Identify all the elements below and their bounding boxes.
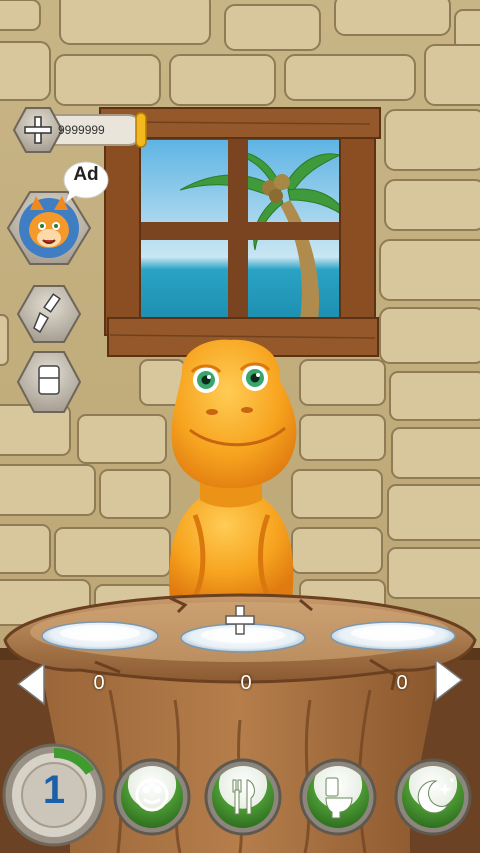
level-number: 1 bbox=[42, 768, 66, 812]
fridge-icon bbox=[38, 365, 60, 395]
toilet-button[interactable] bbox=[299, 758, 377, 836]
smiley-icon bbox=[135, 778, 169, 812]
dinosaur-character[interactable] bbox=[169, 339, 297, 600]
plate-count: 0 bbox=[93, 672, 105, 694]
coin-amount: 9999999 bbox=[58, 123, 105, 137]
food-plate[interactable] bbox=[330, 621, 456, 651]
plate-count: 0 bbox=[396, 672, 408, 694]
plate-count: 0 bbox=[240, 672, 252, 694]
ad-label: Ad bbox=[73, 164, 99, 185]
sleep-button[interactable] bbox=[394, 758, 472, 836]
feed-button[interactable] bbox=[204, 758, 282, 836]
mood-button[interactable] bbox=[113, 758, 191, 836]
food-plate[interactable] bbox=[41, 621, 159, 651]
